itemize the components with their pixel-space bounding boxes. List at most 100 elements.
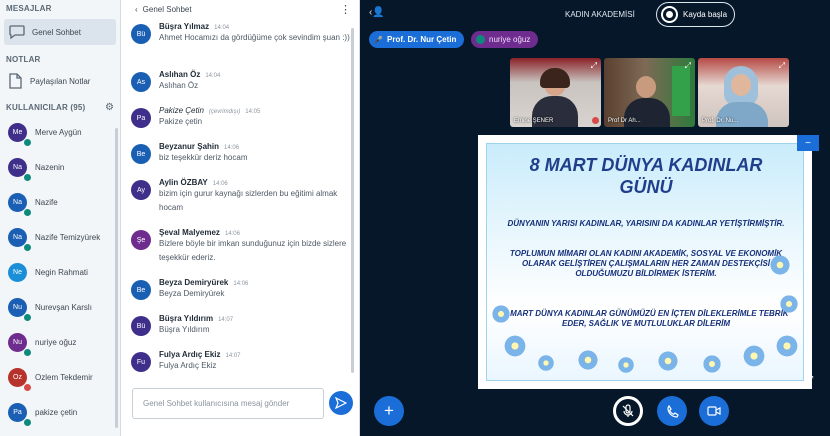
- talker-name-2: nuriye oğuz: [489, 35, 531, 44]
- message-meta: Aylin ÖZBAY 14:06: [159, 178, 351, 187]
- message-time: 14:06: [233, 281, 249, 287]
- video-feed: [698, 58, 789, 127]
- shared-notes-label: Paylaşılan Notlar: [30, 76, 91, 86]
- user-name: pakize çetin: [35, 408, 78, 417]
- flower-decoration: [617, 356, 635, 374]
- flower-decoration: [779, 294, 799, 314]
- microphone-icon: 🎤: [374, 36, 383, 44]
- talker-name-1: Prof. Dr. Nur Çetin: [387, 35, 457, 44]
- video-name-1: Emine ŞENER: [514, 118, 554, 124]
- message-author: Aylin ÖZBAY: [159, 178, 208, 187]
- gear-icon[interactable]: ⚙: [105, 102, 114, 113]
- flower-decoration: [657, 350, 679, 372]
- talker-indicator-2[interactable]: nuriye oğuz: [471, 31, 539, 48]
- avatar: Ne: [8, 263, 27, 282]
- status-indicator: [23, 208, 32, 217]
- messages-section-title: MESAJLAR: [6, 4, 52, 13]
- message-meta: Büşra Yıldırım 14:07: [159, 314, 351, 323]
- message-author: Beyza Demiryürek: [159, 278, 229, 287]
- user-list-item[interactable]: Ne Negin Rahmati: [0, 255, 120, 290]
- video-tile-1[interactable]: ⤢ Emine ŞENER: [510, 58, 601, 127]
- phone-icon: [666, 404, 679, 418]
- slide-paragraph-1: DÜNYANIN YARISI KADINLAR, YARISINI DA KA…: [507, 219, 785, 228]
- top-bar: ‹👤 KADIN AKADEMİSİ Kayda başla: [360, 0, 830, 30]
- flower-decoration: [577, 349, 599, 371]
- user-list-item[interactable]: Oz Ozlem Tekdemir: [0, 360, 120, 395]
- user-list-item[interactable]: Me Merve Aygün: [0, 115, 120, 150]
- talker-indicator-1[interactable]: 🎤 Prof. Dr. Nur Çetin: [369, 31, 465, 48]
- share-webcam-button[interactable]: [699, 396, 729, 426]
- message-body: Büşra Yılmaz 14:04 Ahmet Hocamızı da gördü…: [159, 22, 351, 45]
- message-text: Büşra Yıldırım: [159, 325, 210, 334]
- message-text: bizim için gurur kaynağı sizlerden bu eğ…: [159, 189, 338, 212]
- avatar: Bü: [131, 316, 151, 336]
- message-meta: Büşra Yılmaz 14:04: [159, 22, 351, 31]
- message-text: Bizlere böyle bir imkan sunduğunuz için …: [159, 239, 347, 262]
- user-list: Me Merve Aygün Na Nazenin Na Nazife Na Nazife T…: [0, 115, 120, 430]
- main-area: ‹👤 KADIN AKADEMİSİ Kayda başla 🎤 Prof. D…: [360, 0, 830, 436]
- chat-message: As Aslıhan Öz 14:04 Aslıhan Öz: [131, 70, 351, 93]
- record-button[interactable]: Kayda başla: [656, 2, 735, 27]
- video-tile-3[interactable]: ⤢ Prof. Dr. Nu...: [698, 58, 789, 127]
- chat-message: Bü Büşra Yıldırım 14:07 Büşra Yıldırım: [131, 314, 351, 337]
- status-indicator: [23, 418, 32, 427]
- message-text: Ahmet Hocamızı da gördüğüme çok sevindim…: [159, 33, 350, 42]
- chevron-left-icon: ‹: [135, 4, 138, 14]
- user-list-item[interactable]: Nu nuriye oğuz: [0, 325, 120, 360]
- video-tile-2[interactable]: ⤢ Prof Dr Ah...: [604, 58, 695, 127]
- chat-scrollbar[interactable]: [351, 28, 354, 373]
- chat-panel: ‹ Genel Sohbet ⋮ Bü Büşra Yılmaz 14:04 Ahme…: [121, 0, 360, 436]
- chat-input-placeholder: Genel Sohbet kullanıcısına mesaj gönder: [143, 399, 290, 408]
- microphone-muted-icon: [622, 404, 634, 417]
- chat-message: Şe Şeval Malyemez 14:06 Bizlere böyle bir i…: [131, 228, 351, 265]
- message-author: Fulya Ardıç Ekiz: [159, 350, 221, 359]
- message-author: Büşra Yılmaz: [159, 22, 210, 31]
- sidebar-scrollbar[interactable]: [115, 128, 118, 428]
- message-time: 14:07: [218, 317, 234, 323]
- message-text: biz teşekkür deriz hocam: [159, 153, 248, 162]
- minimize-presentation-button[interactable]: −: [797, 135, 819, 151]
- avatar: Be: [131, 144, 151, 164]
- user-list-item[interactable]: Na Nazife: [0, 185, 120, 220]
- chat-bubble-icon: [8, 23, 26, 41]
- send-button[interactable]: [329, 391, 353, 415]
- slide-paragraph-2: TOPLUMUN MİMARI OLAN KADINI AKADEMİK, SO…: [509, 249, 783, 278]
- user-list-item[interactable]: Na Nazenin: [0, 150, 120, 185]
- chat-message-input[interactable]: Genel Sohbet kullanıcısına mesaj gönder: [132, 388, 324, 419]
- expand-icon[interactable]: ⤢: [779, 61, 785, 71]
- public-chat-label: Genel Sohbet: [32, 27, 81, 37]
- users-toggle-icon[interactable]: ‹👤: [369, 7, 385, 18]
- status-indicator: [23, 138, 32, 147]
- expand-icon[interactable]: ⤢: [685, 61, 691, 71]
- shared-notes-item[interactable]: Paylaşılan Notlar: [0, 68, 120, 94]
- avatar: As: [131, 72, 151, 92]
- more-options-icon[interactable]: ⋮: [340, 3, 351, 16]
- user-name: Negin Rahmati: [35, 268, 88, 277]
- message-meta: Fulya Ardıç Ekiz 14:07: [159, 350, 351, 359]
- mute-button[interactable]: [613, 396, 643, 426]
- leave-audio-button[interactable]: [657, 396, 687, 426]
- user-name: Nurevşan Karslı: [35, 303, 92, 312]
- message-body: Aslıhan Öz 14:04 Aslıhan Öz: [159, 70, 351, 93]
- fullscreen-icon[interactable]: ⤢: [806, 374, 813, 385]
- chat-message: Be Beyza Demiryürek 14:06 Beyza Demiryürek: [131, 278, 351, 301]
- avatar: Şe: [131, 230, 151, 250]
- message-time: 14:04: [205, 73, 221, 79]
- chat-back-button[interactable]: ‹ Genel Sohbet: [135, 5, 192, 14]
- message-author: Pakize Çetin: [159, 106, 204, 115]
- user-list-item[interactable]: Na Nazife Temizyürek: [0, 220, 120, 255]
- conference-title: KADIN AKADEMİSİ: [565, 10, 635, 19]
- user-list-item[interactable]: Nu Nurevşan Karslı: [0, 290, 120, 325]
- slide-content: 8 MART DÜNYA KADINLAR GÜNÜ DÜNYANIN YARI…: [486, 143, 804, 381]
- presentation-slide[interactable]: 8 MART DÜNYA KADINLAR GÜNÜ DÜNYANIN YARI…: [478, 135, 812, 389]
- user-list-item[interactable]: Pa pakize çetin: [0, 395, 120, 430]
- sidebar: MESAJLAR Genel Sohbet NOTLAR Paylaşılan …: [0, 0, 121, 436]
- avatar: Be: [131, 280, 151, 300]
- flower-decoration: [775, 334, 799, 358]
- flower-decoration: [769, 254, 791, 276]
- user-name: Ozlem Tekdemir: [35, 373, 93, 382]
- expand-icon[interactable]: ⤢: [591, 61, 597, 71]
- public-chat-item[interactable]: Genel Sohbet: [4, 19, 116, 45]
- add-actions-button[interactable]: +: [374, 396, 404, 426]
- chat-header: ‹ Genel Sohbet ⋮: [121, 0, 359, 18]
